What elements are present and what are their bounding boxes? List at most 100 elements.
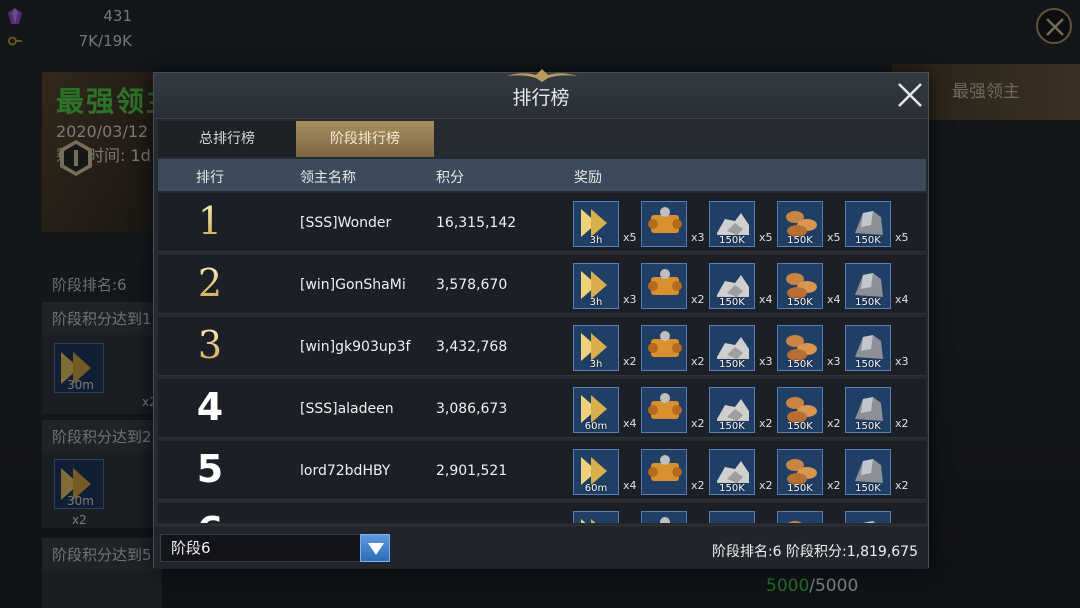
- table-row[interactable]: 5 lord72bdHBY 2,901,521 60m x4 x2 150K x2 150K x2…: [158, 441, 926, 500]
- table-row[interactable]: 1 [SSS]Wonder 16,315,142 3h x5 x3 150K x5 150K x5…: [158, 193, 926, 252]
- reward-quantity: x4: [623, 417, 637, 430]
- speedup-icon[interactable]: 60m: [573, 387, 619, 433]
- scroll-icon[interactable]: [641, 201, 687, 247]
- column-rank: 排行: [196, 170, 224, 186]
- stone-icon[interactable]: 150K: [709, 387, 755, 433]
- reward-amount: 150K: [787, 359, 813, 370]
- reward-quantity: x5: [759, 231, 773, 244]
- reward-amount: 150K: [719, 235, 745, 246]
- close-button[interactable]: [894, 79, 926, 111]
- leaderboard-tabs: 总排行榜 阶段排行榜: [158, 121, 434, 157]
- rank-number: 3: [190, 323, 230, 367]
- wood-icon[interactable]: 150K: [777, 325, 823, 371]
- iron-icon[interactable]: [845, 511, 891, 523]
- scroll-icon[interactable]: [641, 449, 687, 495]
- reward-amount: 150K: [855, 359, 881, 370]
- reward-amount: 60m: [584, 421, 608, 432]
- scroll-icon[interactable]: [641, 511, 687, 523]
- reward-quantity: x4: [623, 479, 637, 492]
- reward-quantity: x4: [759, 293, 773, 306]
- stone-icon[interactable]: 150K: [709, 449, 755, 495]
- speedup-icon[interactable]: 60m: [573, 449, 619, 495]
- reward-amount: 3h: [589, 359, 603, 370]
- stage-stats: 阶段排名:6 阶段积分:1,819,675: [711, 544, 918, 560]
- iron-icon[interactable]: 150K: [845, 201, 891, 247]
- column-reward: 奖励: [574, 170, 602, 186]
- speedup-icon[interactable]: 3h: [573, 263, 619, 309]
- reward-quantity: x3: [759, 355, 773, 368]
- reward-quantity: x2: [827, 417, 841, 430]
- ranking-list[interactable]: 1 [SSS]Wonder 16,315,142 3h x5 x3 150K x5 150K x5…: [158, 193, 926, 523]
- column-score: 积分: [436, 170, 464, 186]
- stone-icon[interactable]: 150K: [709, 201, 755, 247]
- modal-footer: 阶段6 阶段排名:6 阶段积分:1,819,675: [154, 525, 928, 569]
- stone-icon[interactable]: 150K: [709, 325, 755, 371]
- reward-quantity: x3: [623, 293, 637, 306]
- lord-name: [SSS]Wonder: [300, 215, 392, 231]
- reward-amount: 150K: [719, 297, 745, 308]
- triangle-down-icon: [368, 543, 384, 555]
- stage-select[interactable]: 阶段6: [160, 534, 388, 562]
- speedup-icon[interactable]: 3h: [573, 325, 619, 371]
- wood-icon[interactable]: 150K: [777, 263, 823, 309]
- reward-quantity: x2: [691, 355, 705, 368]
- reward-amount: 150K: [719, 421, 745, 432]
- modal-title: 排行榜: [512, 87, 570, 109]
- reward-quantity: x2: [691, 293, 705, 306]
- table-row[interactable]: 2 [win]GonShaMi 3,578,670 3h x3 x2 150K x4 150K x…: [158, 255, 926, 314]
- speedup-icon[interactable]: [573, 511, 619, 523]
- scroll-icon[interactable]: [641, 263, 687, 309]
- iron-icon[interactable]: 150K: [845, 449, 891, 495]
- tab-stage-ranking[interactable]: 阶段排行榜: [296, 121, 434, 157]
- reward-quantity: x2: [759, 479, 773, 492]
- reward-amount: 150K: [787, 235, 813, 246]
- reward-quantity: x2: [895, 417, 909, 430]
- score-value: 2,901,521: [436, 463, 508, 479]
- score-value: 3,432,768: [436, 339, 508, 355]
- reward-quantity: x2: [759, 417, 773, 430]
- rank-number: 4: [196, 385, 224, 429]
- close-icon: [898, 83, 922, 107]
- lord-name: [win]GonShaMi: [300, 277, 406, 293]
- wood-icon[interactable]: 150K: [777, 387, 823, 433]
- reward-amount: 150K: [855, 421, 881, 432]
- score-value: 3,086,673: [436, 401, 508, 417]
- reward-amount: 150K: [719, 359, 745, 370]
- wood-icon[interactable]: 150K: [777, 449, 823, 495]
- stone-icon[interactable]: 150K: [709, 263, 755, 309]
- iron-icon[interactable]: 150K: [845, 387, 891, 433]
- stone-icon[interactable]: [709, 511, 755, 523]
- reward-quantity: x4: [895, 293, 909, 306]
- iron-icon[interactable]: 150K: [845, 263, 891, 309]
- table-header: 排行 领主名称 积分 奖励: [158, 159, 926, 191]
- lord-name: [win]gk903up3f: [300, 339, 411, 355]
- table-row[interactable]: 3 [win]gk903up3f 3,432,768 3h x2 x2 150K x3 150K…: [158, 317, 926, 376]
- reward-quantity: x3: [691, 231, 705, 244]
- table-row[interactable]: 6: [158, 503, 926, 523]
- reward-quantity: x5: [623, 231, 637, 244]
- reward-amount: 150K: [719, 483, 745, 494]
- leaderboard-modal: 排行榜 总排行榜 阶段排行榜 排行 领主名称 积分 奖励 1 [SSS]Wonde…: [153, 69, 929, 569]
- rank-number: 6: [190, 509, 230, 523]
- stage-select-dropdown-button[interactable]: [360, 534, 390, 562]
- scroll-icon[interactable]: [641, 387, 687, 433]
- score-value: 3,578,670: [436, 277, 508, 293]
- reward-amount: 150K: [855, 297, 881, 308]
- speedup-icon[interactable]: 3h: [573, 201, 619, 247]
- reward-quantity: x2: [691, 417, 705, 430]
- tab-overall-ranking[interactable]: 总排行榜: [158, 121, 296, 157]
- scroll-icon[interactable]: [641, 325, 687, 371]
- iron-icon[interactable]: 150K: [845, 325, 891, 371]
- reward-amount: 150K: [855, 483, 881, 494]
- rank-number: 2: [190, 261, 230, 305]
- wood-icon[interactable]: 150K: [777, 201, 823, 247]
- reward-amount: 3h: [589, 297, 603, 308]
- reward-quantity: x3: [895, 355, 909, 368]
- table-row[interactable]: 4 [SSS]aladeen 3,086,673 60m x4 x2 150K x2 150K x…: [158, 379, 926, 438]
- reward-quantity: x2: [623, 355, 637, 368]
- title-ornament-icon: [506, 69, 578, 82]
- reward-amount: 150K: [787, 297, 813, 308]
- lord-name: lord72bdHBY: [300, 463, 391, 479]
- wood-icon[interactable]: [777, 511, 823, 523]
- reward-quantity: x5: [895, 231, 909, 244]
